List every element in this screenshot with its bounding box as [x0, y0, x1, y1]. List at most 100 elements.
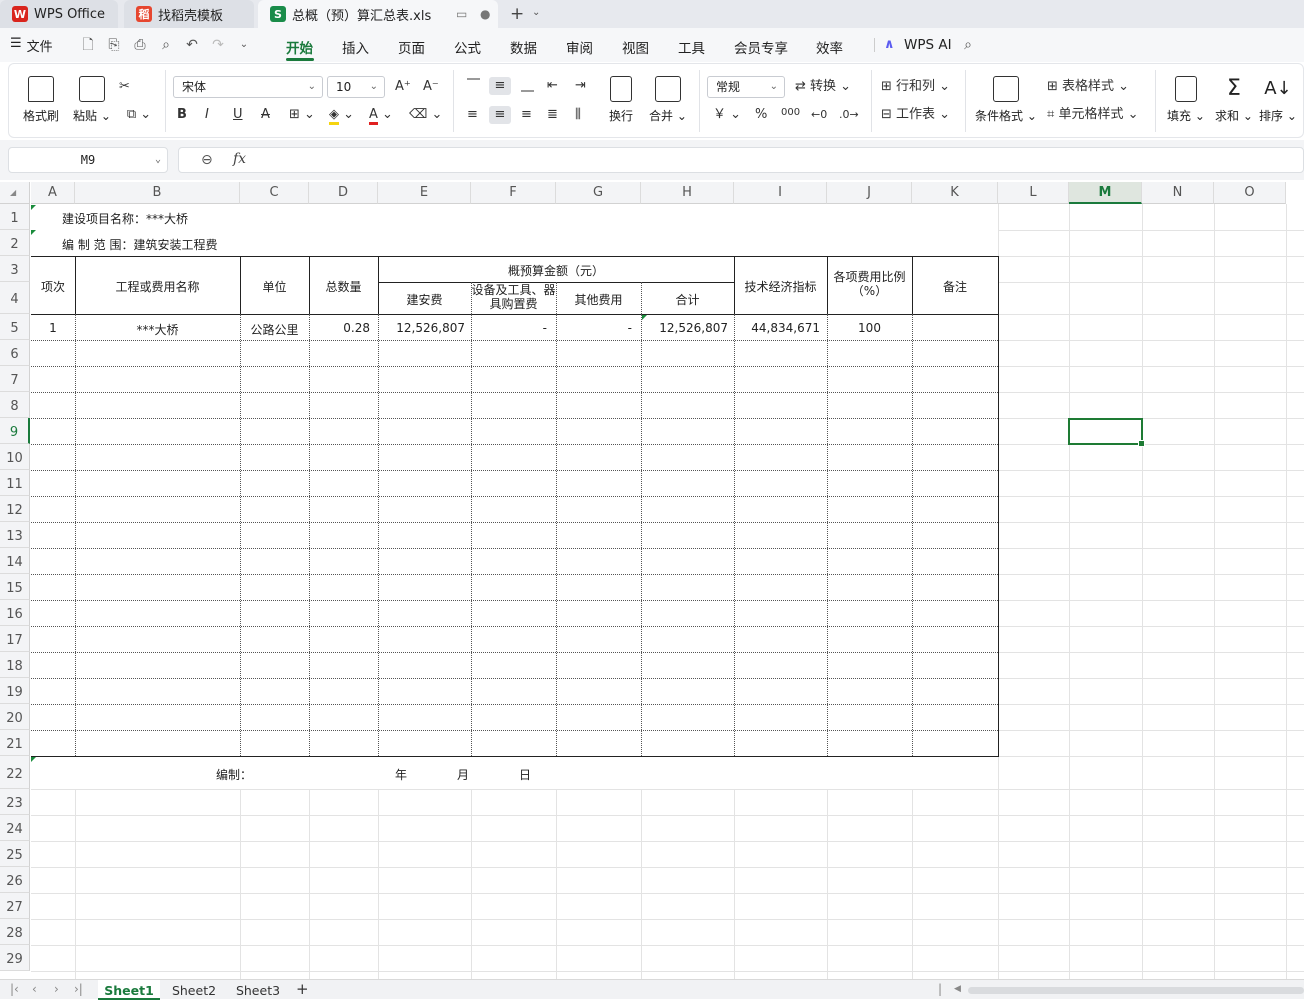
row-header-29[interactable]: 29: [0, 945, 30, 971]
last-sheet-icon[interactable]: ›|: [74, 982, 83, 996]
convert-button[interactable]: ⇄ 转换 ⌄: [795, 78, 851, 96]
row-header-19[interactable]: 19: [0, 678, 30, 704]
column-header-k[interactable]: K: [912, 182, 998, 204]
row-header-24[interactable]: 24: [0, 815, 30, 841]
row-header-23[interactable]: 23: [0, 789, 30, 815]
column-header-m[interactable]: M: [1069, 182, 1142, 204]
row-header-14[interactable]: 14: [0, 548, 30, 574]
row-header-9[interactable]: 9: [0, 418, 30, 444]
decimal-decrease-icon[interactable]: .0→: [839, 106, 859, 124]
zoom-icon[interactable]: ⊖: [201, 152, 213, 168]
prev-sheet-icon[interactable]: ‹: [32, 982, 37, 996]
eraser-icon[interactable]: ⌫ ⌄: [409, 106, 442, 124]
row-header-16[interactable]: 16: [0, 600, 30, 626]
column-header-d[interactable]: D: [309, 182, 378, 204]
tab-tools[interactable]: 工具: [678, 37, 705, 57]
cell-style-button[interactable]: ⌗ 单元格样式 ⌄: [1047, 106, 1139, 124]
spreadsheet-grid[interactable]: ◢ ABCDEFGHIJKLMNO 1 2 3 4 5 6 7 8 9 10 11 12 13 14 15 1…: [0, 182, 1304, 979]
tab-efficiency[interactable]: 效率: [816, 37, 843, 57]
table-style-button[interactable]: ⊞ 表格样式 ⌄: [1047, 78, 1129, 96]
column-header-h[interactable]: H: [641, 182, 734, 204]
font-grow-icon[interactable]: A⁺: [395, 78, 411, 96]
horizontal-scrollbar[interactable]: [968, 987, 1304, 994]
tab-review[interactable]: 审阅: [566, 37, 593, 57]
column-header-e[interactable]: E: [378, 182, 471, 204]
row-header-7[interactable]: 7: [0, 366, 30, 392]
chevron-down-icon[interactable]: ⌄: [532, 7, 540, 18]
header-total[interactable]: 合计: [641, 291, 734, 308]
selected-cell[interactable]: [1068, 418, 1145, 447]
row-header-11[interactable]: 11: [0, 470, 30, 496]
tab-spreadsheet[interactable]: S 总概（预）算汇总表.xls ▭ ●: [258, 0, 498, 28]
cell-jianan[interactable]: 12,526,807: [378, 321, 465, 335]
cell-unit[interactable]: 公路公里: [240, 321, 309, 338]
header-jianan[interactable]: 建安费: [378, 291, 471, 308]
tab-wps-office[interactable]: W WPS Office: [0, 0, 118, 28]
distribute-icon[interactable]: ⫼: [575, 106, 581, 124]
project-name-line[interactable]: 建设项目名称：***大桥: [62, 210, 188, 227]
font-shrink-icon[interactable]: A⁻: [423, 78, 439, 96]
column-header-o[interactable]: O: [1214, 182, 1286, 204]
row-header-17[interactable]: 17: [0, 626, 30, 652]
header-qty[interactable]: 总数量: [309, 278, 378, 295]
chevron-down-icon[interactable]: ⌄: [236, 37, 252, 53]
tab-docer[interactable]: 稻 找稻壳模板: [124, 0, 254, 28]
number-format-select[interactable]: 常规 ⌄: [707, 76, 785, 98]
day-label[interactable]: 日: [519, 766, 531, 783]
column-header-n[interactable]: N: [1142, 182, 1214, 204]
decimal-increase-icon[interactable]: ←0: [811, 106, 827, 124]
tab-data[interactable]: 数据: [510, 37, 537, 57]
header-ratio[interactable]: 各项费用比例（%）: [827, 270, 912, 298]
monitor-icon[interactable]: ▭: [456, 7, 467, 21]
cell-qty[interactable]: 0.28: [309, 321, 370, 335]
tab-home[interactable]: 开始: [286, 37, 313, 57]
cell-seq[interactable]: 1: [31, 321, 75, 335]
month-label[interactable]: 月: [457, 766, 469, 783]
wrap-text-button[interactable]: 换行: [609, 76, 633, 124]
row-header-28[interactable]: 28: [0, 919, 30, 945]
sum-button[interactable]: Σ 求和 ⌄: [1215, 76, 1253, 124]
fill-button[interactable]: 填充 ⌄: [1167, 76, 1205, 124]
border-icon[interactable]: ⊞ ⌄: [289, 106, 315, 124]
first-sheet-icon[interactable]: |‹: [10, 982, 19, 996]
row-header-6[interactable]: 6: [0, 340, 30, 366]
align-top-icon[interactable]: ⎺: [467, 77, 480, 95]
row-header-13[interactable]: 13: [0, 522, 30, 548]
strikethrough-icon[interactable]: A: [261, 106, 270, 124]
tab-view[interactable]: 视图: [622, 37, 649, 57]
close-dot-icon[interactable]: ●: [480, 7, 490, 21]
tab-insert[interactable]: 插入: [342, 37, 369, 57]
row-header-27[interactable]: 27: [0, 893, 30, 919]
cell-name[interactable]: ***大桥: [75, 321, 240, 338]
header-name[interactable]: 工程或费用名称: [75, 278, 240, 295]
conditional-format-button[interactable]: 条件格式 ⌄: [975, 76, 1037, 124]
bold-icon[interactable]: B: [177, 106, 187, 124]
save-icon[interactable]: 🗋: [80, 37, 96, 53]
row-header-21[interactable]: 21: [0, 730, 30, 756]
header-unit[interactable]: 单位: [240, 278, 309, 295]
undo-icon[interactable]: ↶: [184, 37, 200, 53]
column-header-a[interactable]: A: [31, 182, 75, 204]
year-label[interactable]: 年: [395, 766, 407, 783]
row-header-20[interactable]: 20: [0, 704, 30, 730]
row-header-12[interactable]: 12: [0, 496, 30, 522]
align-middle-icon[interactable]: ≡: [489, 77, 511, 95]
header-tech[interactable]: 技术经济指标: [734, 278, 827, 295]
row-header-15[interactable]: 15: [0, 574, 30, 600]
justify-icon[interactable]: ≣: [547, 106, 558, 124]
paste-button[interactable]: 粘贴 ⌄: [73, 76, 111, 124]
font-name-select[interactable]: 宋体 ⌄: [173, 76, 323, 98]
merge-button[interactable]: 合并 ⌄: [649, 76, 687, 124]
sheet-tab-3[interactable]: Sheet3: [228, 980, 288, 1000]
row-header-3[interactable]: 3: [0, 256, 30, 282]
font-size-select[interactable]: 10 ⌄: [327, 76, 385, 98]
header-seq[interactable]: 项次: [31, 278, 75, 295]
row-header-25[interactable]: 25: [0, 841, 30, 867]
row-header-22[interactable]: 22: [0, 756, 30, 789]
select-all-corner[interactable]: ◢: [0, 182, 30, 204]
print-icon[interactable]: ⎙: [132, 37, 148, 53]
row-header-1[interactable]: 1: [0, 204, 30, 230]
format-painter-button[interactable]: 格式刷: [23, 76, 59, 124]
italic-icon[interactable]: I: [205, 106, 209, 124]
header-other[interactable]: 其他费用: [556, 291, 641, 308]
